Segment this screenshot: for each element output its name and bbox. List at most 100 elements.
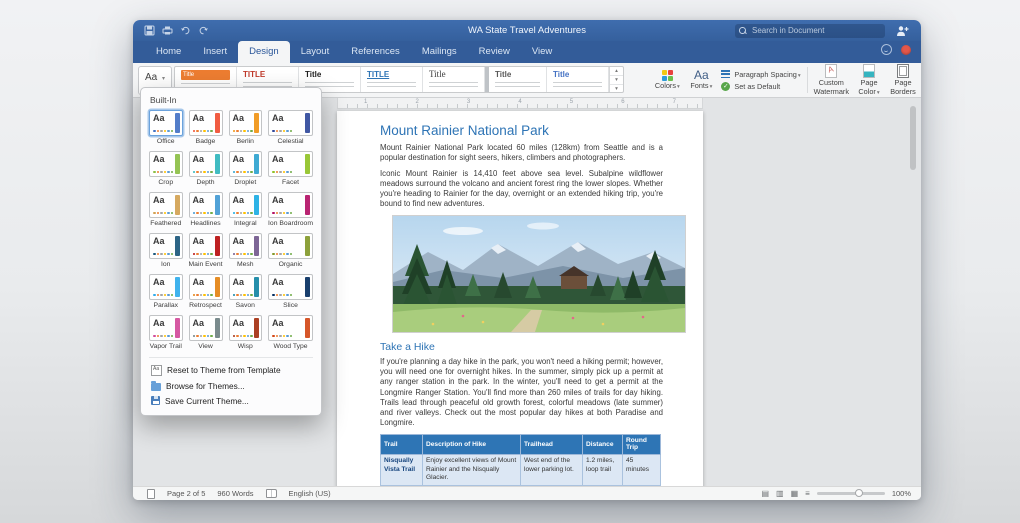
- custom-watermark-button[interactable]: Custom Watermark: [814, 64, 849, 96]
- page-count-status[interactable]: Page 2 of 5: [167, 489, 205, 498]
- table-header-cell[interactable]: Trail: [381, 434, 423, 454]
- tab-mailings[interactable]: Mailings: [411, 41, 468, 63]
- theme-item-office[interactable]: AaOffice: [149, 110, 183, 145]
- theme-item-slice[interactable]: AaSlice: [268, 274, 313, 309]
- language-status[interactable]: English (US): [289, 489, 331, 498]
- set-as-default-button[interactable]: Set as Default: [721, 82, 800, 91]
- theme-item-integral[interactable]: AaIntegral: [229, 192, 263, 227]
- table-cell[interactable]: 45 minutes: [623, 454, 661, 486]
- mount-rainier-photo[interactable]: [392, 215, 686, 333]
- print-layout-view-icon[interactable]: ▤: [761, 489, 769, 499]
- theme-accent-band: [254, 154, 259, 174]
- theme-item-wisp[interactable]: AaWisp: [229, 315, 263, 350]
- theme-item-retrospect[interactable]: AaRetrospect: [189, 274, 223, 309]
- theme-item-depth[interactable]: AaDepth: [189, 151, 223, 186]
- document-paragraph[interactable]: Mount Rainier National Park located 60 m…: [380, 143, 663, 164]
- theme-item-droplet[interactable]: AaDroplet: [229, 151, 263, 186]
- page-borders-button[interactable]: Page Borders: [889, 64, 917, 96]
- document-heading-2[interactable]: Take a Hike: [380, 341, 663, 353]
- theme-item-berlin[interactable]: AaBerlin: [229, 110, 263, 145]
- theme-color-dots: [272, 335, 292, 338]
- window-title: WA State Travel Adventures: [468, 25, 586, 36]
- feedback-smiley-icon[interactable]: [881, 44, 892, 55]
- gallery-scroll-up-icon[interactable]: ▴: [610, 67, 623, 76]
- table-cell[interactable]: West end of the lower parking lot.: [521, 454, 583, 486]
- ruler[interactable]: 1234567: [337, 98, 703, 109]
- fonts-button[interactable]: Aa Fonts: [687, 69, 715, 91]
- save-icon[interactable]: [144, 25, 155, 36]
- style-set-6[interactable]: Title: [485, 67, 547, 92]
- menu-action-reset-theme[interactable]: Reset to Theme from Template: [149, 362, 313, 378]
- theme-item-ion-boardroom[interactable]: AaIon Boardroom: [268, 192, 313, 227]
- theme-item-ion[interactable]: AaIon: [149, 233, 183, 268]
- notification-badge[interactable]: [901, 45, 911, 55]
- ruler-number: 3: [467, 98, 470, 107]
- table-cell[interactable]: Enjoy excellent views of Mount Rainier a…: [423, 454, 521, 486]
- table-cell[interactable]: 1.2 miles, loop trail: [583, 454, 623, 486]
- table-header-cell[interactable]: Description of Hike: [423, 434, 521, 454]
- tab-design[interactable]: Design: [238, 41, 290, 63]
- theme-accent-band: [305, 113, 310, 133]
- theme-item-view[interactable]: AaView: [189, 315, 223, 350]
- tab-references[interactable]: References: [340, 41, 411, 63]
- theme-thumbnail: Aa: [149, 274, 183, 300]
- tab-view[interactable]: View: [521, 41, 563, 63]
- document-heading-1[interactable]: Mount Rainier National Park: [380, 123, 663, 138]
- zoom-slider[interactable]: [817, 492, 885, 495]
- document-paragraph[interactable]: If you're planning a day hike in the par…: [380, 357, 663, 429]
- theme-item-wood-type[interactable]: AaWood Type: [268, 315, 313, 350]
- theme-item-mesh[interactable]: AaMesh: [229, 233, 263, 268]
- theme-item-parallax[interactable]: AaParallax: [149, 274, 183, 309]
- style-set-7[interactable]: Title: [547, 67, 609, 92]
- vertical-scrollbar[interactable]: [910, 106, 916, 170]
- table-header-cell[interactable]: Trailhead: [521, 434, 583, 454]
- style-set-5[interactable]: Title: [423, 67, 485, 92]
- web-layout-view-icon[interactable]: ▥: [776, 489, 784, 499]
- share-icon[interactable]: [896, 24, 909, 42]
- draft-view-icon[interactable]: ≡: [805, 489, 810, 499]
- page-color-button[interactable]: Page Color: [855, 64, 883, 97]
- theme-item-headlines[interactable]: AaHeadlines: [189, 192, 223, 227]
- gallery-expand-icon[interactable]: ▾: [610, 85, 623, 93]
- gallery-scroll-down-icon[interactable]: ▾: [610, 76, 623, 85]
- menu-action-browse-folder[interactable]: Browse for Themes...: [149, 378, 313, 393]
- theme-item-main-event[interactable]: AaMain Event: [189, 233, 223, 268]
- tab-insert[interactable]: Insert: [192, 41, 238, 63]
- print-icon[interactable]: [162, 25, 173, 36]
- document-page[interactable]: Mount Rainier National Park Mount Rainie…: [337, 111, 703, 486]
- redo-icon[interactable]: [198, 25, 209, 36]
- tab-home[interactable]: Home: [145, 41, 192, 63]
- style-set-4[interactable]: TITLE: [361, 67, 423, 92]
- undo-icon[interactable]: [180, 25, 191, 36]
- theme-item-feathered[interactable]: AaFeathered: [149, 192, 183, 227]
- colors-button[interactable]: Colors: [653, 70, 681, 91]
- paragraph-spacing-button[interactable]: Paragraph Spacing: [721, 70, 800, 79]
- zoom-slider-knob[interactable]: [855, 489, 863, 497]
- theme-item-organic[interactable]: AaOrganic: [268, 233, 313, 268]
- table-header-cell[interactable]: Distance: [583, 434, 623, 454]
- table-header-cell[interactable]: Round Trip: [623, 434, 661, 454]
- tab-review[interactable]: Review: [468, 41, 521, 63]
- menu-action-save-theme[interactable]: Save Current Theme...: [149, 393, 313, 408]
- ruler-number: 7: [673, 98, 676, 107]
- tab-layout[interactable]: Layout: [290, 41, 341, 63]
- zoom-level[interactable]: 100%: [892, 489, 911, 498]
- theme-item-crop[interactable]: AaCrop: [149, 151, 183, 186]
- theme-name: Mesh: [229, 261, 263, 268]
- table-cell[interactable]: Nisqually Vista Trail: [381, 454, 423, 486]
- spellcheck-icon[interactable]: [266, 489, 277, 498]
- outline-view-icon[interactable]: ▦: [791, 489, 799, 499]
- theme-item-badge[interactable]: AaBadge: [189, 110, 223, 145]
- theme-item-savon[interactable]: AaSavon: [229, 274, 263, 309]
- document-paragraph[interactable]: Iconic Mount Rainier is 14,410 feet abov…: [380, 169, 663, 210]
- word-count-status[interactable]: 960 Words: [217, 489, 253, 498]
- theme-item-vapor-trail[interactable]: AaVapor Trail: [149, 315, 183, 350]
- save-theme-icon: [151, 396, 160, 405]
- theme-item-facet[interactable]: AaFacet: [268, 151, 313, 186]
- theme-name: Slice: [268, 302, 313, 309]
- theme-accent-band: [215, 195, 220, 215]
- document-search[interactable]: [735, 24, 885, 38]
- watermark-icon: [825, 64, 837, 78]
- search-input[interactable]: [750, 25, 881, 36]
- theme-item-celestial[interactable]: AaCelestial: [268, 110, 313, 145]
